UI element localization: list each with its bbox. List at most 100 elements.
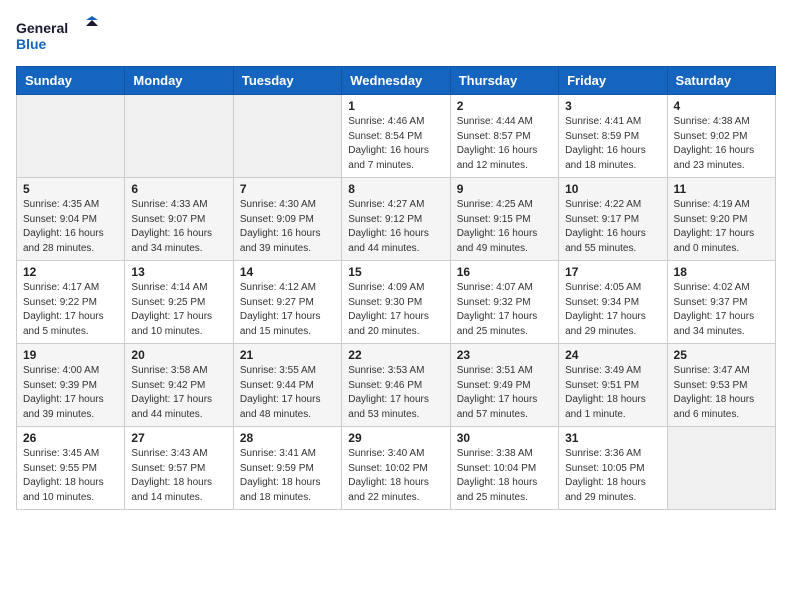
day-number: 30 <box>457 431 552 445</box>
day-info: Sunrise: 3:53 AM Sunset: 9:46 PM Dayligh… <box>348 364 443 422</box>
col-header-monday: Monday <box>125 67 233 95</box>
day-info: Sunrise: 4:35 AM Sunset: 9:04 PM Dayligh… <box>23 198 118 256</box>
day-info: Sunrise: 3:41 AM Sunset: 9:59 PM Dayligh… <box>240 447 335 505</box>
calendar-cell: 28 Sunrise: 3:41 AM Sunset: 9:59 PM Dayli… <box>233 427 341 510</box>
calendar-cell: 14Sunrise: 4:12 AM Sunset: 9:27 PM Dayli… <box>233 261 341 344</box>
calendar-cell: 31 Sunrise: 3:36 AM Sunset: 10:05 PM Dayl… <box>559 427 667 510</box>
calendar-cell: 6 Sunrise: 4:33 AM Sunset: 9:07 PM Daylig… <box>125 178 233 261</box>
logo-svg: General Blue <box>16 16 106 54</box>
day-info: Sunrise: 3:40 AM Sunset: 10:02 PM Daylig… <box>348 447 443 505</box>
calendar-cell: 21 Sunrise: 3:55 AM Sunset: 9:44 PM Dayli… <box>233 344 341 427</box>
day-info: Sunrise: 4:02 AM Sunset: 9:37 PM Dayligh… <box>674 281 769 339</box>
day-number: 4 <box>674 99 769 113</box>
day-number: 13 <box>131 265 226 279</box>
day-number: 29 <box>348 431 443 445</box>
calendar-cell: 17 Sunrise: 4:05 AM Sunset: 9:34 PM Dayli… <box>559 261 667 344</box>
day-info: Sunrise: 3:43 AM Sunset: 9:57 PM Dayligh… <box>131 447 226 505</box>
day-number: 6 <box>131 182 226 196</box>
day-info: Sunrise: 4:00 AM Sunset: 9:39 PM Dayligh… <box>23 364 118 422</box>
calendar-cell: 20 Sunrise: 3:58 AM Sunset: 9:42 PM Dayli… <box>125 344 233 427</box>
day-info: Sunrise: 3:49 AM Sunset: 9:51 PM Dayligh… <box>565 364 660 422</box>
day-number: 24 <box>565 348 660 362</box>
calendar-cell: 25 Sunrise: 3:47 AM Sunset: 9:53 PM Dayli… <box>667 344 775 427</box>
calendar-cell <box>667 427 775 510</box>
day-number: 3 <box>565 99 660 113</box>
calendar-week-3: 12Sunrise: 4:17 AM Sunset: 9:22 PM Dayli… <box>17 261 776 344</box>
col-header-sunday: Sunday <box>17 67 125 95</box>
day-number: 22 <box>348 348 443 362</box>
calendar-cell <box>17 95 125 178</box>
calendar-week-4: 19 Sunrise: 4:00 AM Sunset: 9:39 PM Dayli… <box>17 344 776 427</box>
svg-text:Blue: Blue <box>16 36 47 52</box>
calendar-cell: 7Sunrise: 4:30 AM Sunset: 9:09 PM Daylig… <box>233 178 341 261</box>
calendar-cell: 4 Sunrise: 4:38 AM Sunset: 9:02 PM Daylig… <box>667 95 775 178</box>
day-info: Sunrise: 3:47 AM Sunset: 9:53 PM Dayligh… <box>674 364 769 422</box>
calendar-cell: 27 Sunrise: 3:43 AM Sunset: 9:57 PM Dayli… <box>125 427 233 510</box>
calendar-cell: 23Sunrise: 3:51 AM Sunset: 9:49 PM Dayli… <box>450 344 558 427</box>
day-info: Sunrise: 4:44 AM Sunset: 8:57 PM Dayligh… <box>457 115 552 173</box>
day-info: Sunrise: 4:19 AM Sunset: 9:20 PM Dayligh… <box>674 198 769 256</box>
day-info: Sunrise: 4:38 AM Sunset: 9:02 PM Dayligh… <box>674 115 769 173</box>
calendar-cell: 15Sunrise: 4:09 AM Sunset: 9:30 PM Dayli… <box>342 261 450 344</box>
day-info: Sunrise: 3:38 AM Sunset: 10:04 PM Daylig… <box>457 447 552 505</box>
page-header: General Blue <box>16 16 776 54</box>
day-info: Sunrise: 3:55 AM Sunset: 9:44 PM Dayligh… <box>240 364 335 422</box>
day-number: 11 <box>674 182 769 196</box>
day-number: 25 <box>674 348 769 362</box>
calendar-cell: 5 Sunrise: 4:35 AM Sunset: 9:04 PM Daylig… <box>17 178 125 261</box>
calendar-week-2: 5 Sunrise: 4:35 AM Sunset: 9:04 PM Daylig… <box>17 178 776 261</box>
col-header-friday: Friday <box>559 67 667 95</box>
calendar-cell: 12Sunrise: 4:17 AM Sunset: 9:22 PM Dayli… <box>17 261 125 344</box>
calendar-cell: 10 Sunrise: 4:22 AM Sunset: 9:17 PM Dayli… <box>559 178 667 261</box>
day-number: 20 <box>131 348 226 362</box>
calendar-cell: 29 Sunrise: 3:40 AM Sunset: 10:02 PM Dayl… <box>342 427 450 510</box>
day-number: 12 <box>23 265 118 279</box>
calendar-cell: 24 Sunrise: 3:49 AM Sunset: 9:51 PM Dayli… <box>559 344 667 427</box>
day-number: 17 <box>565 265 660 279</box>
day-info: Sunrise: 4:30 AM Sunset: 9:09 PM Dayligh… <box>240 198 335 256</box>
day-number: 10 <box>565 182 660 196</box>
day-number: 16 <box>457 265 552 279</box>
day-info: Sunrise: 4:25 AM Sunset: 9:15 PM Dayligh… <box>457 198 552 256</box>
col-header-wednesday: Wednesday <box>342 67 450 95</box>
day-info: Sunrise: 4:22 AM Sunset: 9:17 PM Dayligh… <box>565 198 660 256</box>
day-number: 8 <box>348 182 443 196</box>
day-number: 31 <box>565 431 660 445</box>
calendar-cell: 1Sunrise: 4:46 AM Sunset: 8:54 PM Daylig… <box>342 95 450 178</box>
day-number: 27 <box>131 431 226 445</box>
calendar-cell: 11 Sunrise: 4:19 AM Sunset: 9:20 PM Dayli… <box>667 178 775 261</box>
day-info: Sunrise: 3:36 AM Sunset: 10:05 PM Daylig… <box>565 447 660 505</box>
day-number: 5 <box>23 182 118 196</box>
svg-text:General: General <box>16 20 68 36</box>
calendar-cell: 30 Sunrise: 3:38 AM Sunset: 10:04 PM Dayl… <box>450 427 558 510</box>
calendar-cell: 13 Sunrise: 4:14 AM Sunset: 9:25 PM Dayli… <box>125 261 233 344</box>
col-header-saturday: Saturday <box>667 67 775 95</box>
day-info: Sunrise: 4:05 AM Sunset: 9:34 PM Dayligh… <box>565 281 660 339</box>
day-info: Sunrise: 3:58 AM Sunset: 9:42 PM Dayligh… <box>131 364 226 422</box>
day-number: 21 <box>240 348 335 362</box>
logo: General Blue <box>16 16 106 54</box>
calendar-cell: 2 Sunrise: 4:44 AM Sunset: 8:57 PM Daylig… <box>450 95 558 178</box>
col-header-tuesday: Tuesday <box>233 67 341 95</box>
calendar-cell <box>233 95 341 178</box>
calendar-cell: 3 Sunrise: 4:41 AM Sunset: 8:59 PM Daylig… <box>559 95 667 178</box>
col-header-thursday: Thursday <box>450 67 558 95</box>
day-info: Sunrise: 4:41 AM Sunset: 8:59 PM Dayligh… <box>565 115 660 173</box>
day-info: Sunrise: 4:14 AM Sunset: 9:25 PM Dayligh… <box>131 281 226 339</box>
day-info: Sunrise: 4:46 AM Sunset: 8:54 PM Dayligh… <box>348 115 443 173</box>
day-number: 26 <box>23 431 118 445</box>
day-number: 14 <box>240 265 335 279</box>
calendar-cell: 9Sunrise: 4:25 AM Sunset: 9:15 PM Daylig… <box>450 178 558 261</box>
calendar-cell: 19 Sunrise: 4:00 AM Sunset: 9:39 PM Dayli… <box>17 344 125 427</box>
calendar-cell: 18 Sunrise: 4:02 AM Sunset: 9:37 PM Dayli… <box>667 261 775 344</box>
calendar-cell: 22 Sunrise: 3:53 AM Sunset: 9:46 PM Dayli… <box>342 344 450 427</box>
day-number: 28 <box>240 431 335 445</box>
calendar-cell: 16Sunrise: 4:07 AM Sunset: 9:32 PM Dayli… <box>450 261 558 344</box>
day-info: Sunrise: 3:45 AM Sunset: 9:55 PM Dayligh… <box>23 447 118 505</box>
day-info: Sunrise: 4:33 AM Sunset: 9:07 PM Dayligh… <box>131 198 226 256</box>
day-info: Sunrise: 4:27 AM Sunset: 9:12 PM Dayligh… <box>348 198 443 256</box>
day-number: 19 <box>23 348 118 362</box>
day-number: 2 <box>457 99 552 113</box>
calendar-cell: 26 Sunrise: 3:45 AM Sunset: 9:55 PM Dayli… <box>17 427 125 510</box>
day-number: 18 <box>674 265 769 279</box>
